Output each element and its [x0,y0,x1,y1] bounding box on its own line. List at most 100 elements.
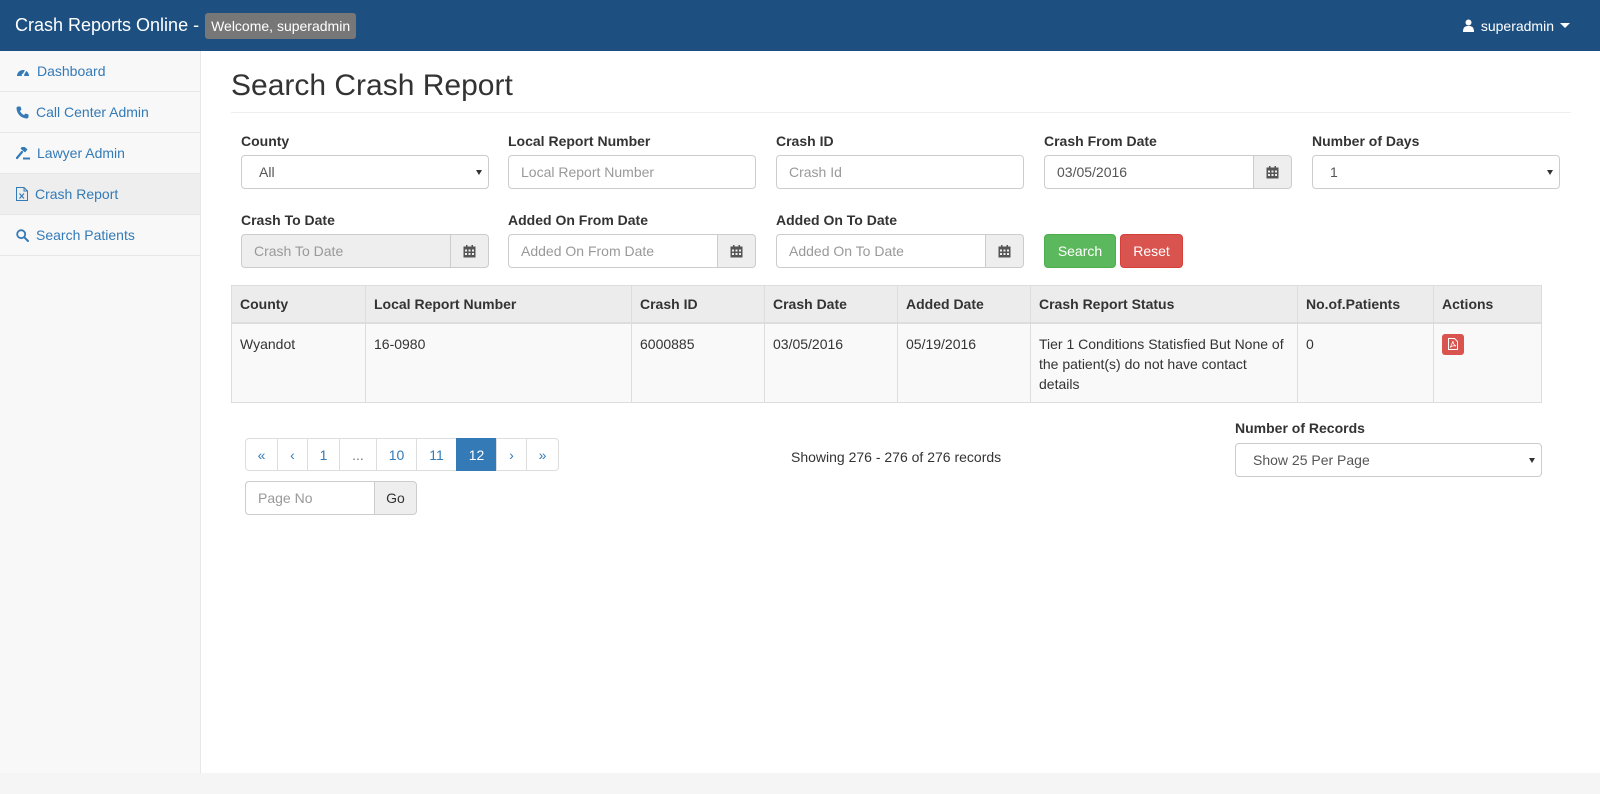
reset-button[interactable]: Reset [1120,234,1183,268]
column-header-actions: Actions [1433,285,1542,324]
calendar-button[interactable] [717,234,756,268]
calendar-icon [998,244,1011,257]
user-name: superadmin [1480,17,1554,34]
column-header-patients: No.of.Patients [1297,285,1434,324]
sidebar-item-crash-report[interactable]: Crash Report [0,174,200,215]
prev-page-button[interactable]: ‹ [277,438,308,471]
county-select[interactable]: All [241,155,489,189]
sidebar-item-label: Lawyer Admin [37,145,125,161]
crash-from-date-input[interactable] [1044,155,1253,189]
number-of-records-label: Number of Records [1235,420,1365,436]
title-divider [231,112,1571,113]
calendar-icon [463,244,476,257]
user-menu[interactable]: superadmin [1462,0,1570,51]
calendar-icon [1266,165,1279,178]
view-pdf-button[interactable] [1442,333,1464,355]
crash-to-date-input[interactable] [241,234,450,268]
cell-crash-id: 6000885 [631,322,765,403]
column-header-added-date: Added Date [897,285,1031,324]
sidebar-item-call-center-admin[interactable]: Call Center Admin [0,92,200,133]
added-on-to-date-label: Added On To Date [776,212,898,228]
search-button[interactable]: Search [1044,234,1116,268]
number-of-days-select[interactable]: 1 [1312,155,1560,189]
calendar-button[interactable] [985,234,1024,268]
cell-actions [1433,322,1542,403]
search-icon [16,228,29,242]
sidebar-item-lawyer-admin[interactable]: Lawyer Admin [0,133,200,174]
last-page-button[interactable]: » [526,438,559,471]
cell-local-report-number: 16-0980 [365,322,632,403]
column-header-county: County [231,285,366,324]
page-ellipsis: ... [339,438,377,471]
sidebar-item-label: Call Center Admin [36,104,149,120]
footer-strip [0,773,1600,794]
dashboard-icon [17,69,29,77]
top-navbar: Crash Reports Online - Welcome, superadm… [0,0,1600,51]
county-select-value: All [259,164,275,180]
county-label: County [241,133,290,149]
user-icon [1462,19,1474,32]
gavel-icon [16,146,30,159]
local-report-number-label: Local Report Number [508,133,651,149]
crash-to-date-group [241,234,489,268]
page-button-12[interactable]: 12 [456,438,497,471]
chevron-down-icon [476,170,482,175]
table-header-row: County Local Report Number Crash ID Cras… [231,285,1542,324]
number-of-days-label: Number of Days [1312,133,1420,149]
cell-status: Tier 1 Conditions Statisfied But None of… [1030,322,1298,403]
main-content: Search Crash Report County Local Report … [201,51,1600,773]
crash-id-input[interactable] [776,155,1024,189]
cell-patients: 0 [1297,322,1434,403]
calendar-icon [730,244,743,257]
sidebar-item-label: Dashboard [37,63,106,79]
go-button[interactable]: Go [374,481,417,515]
added-on-to-date-input[interactable] [776,234,985,268]
added-on-from-date-group [508,234,756,268]
page-button-10[interactable]: 10 [376,438,417,471]
sidebar-item-label: Crash Report [35,186,119,202]
chevron-down-icon [1560,23,1570,28]
number-of-days-value: 1 [1330,164,1338,180]
calendar-button[interactable] [1253,155,1292,189]
goto-page-group: Go [245,481,417,515]
column-header-status: Crash Report Status [1030,285,1298,324]
crash-from-date-label: Crash From Date [1044,133,1157,149]
sidebar-item-label: Search Patients [36,227,135,243]
brand[interactable]: Crash Reports Online - Welcome, superadm… [0,12,357,39]
sidebar-item-dashboard[interactable]: Dashboard [0,51,200,92]
page-button-11[interactable]: 11 [416,438,457,471]
page-number-input[interactable] [245,481,374,515]
results-table: County Local Report Number Crash ID Cras… [231,285,1542,403]
records-summary: Showing 276 - 276 of 276 records [791,449,1002,465]
welcome-badge: Welcome, superadmin [205,12,357,39]
brand-title[interactable]: Crash Reports Online [15,15,188,36]
pagination: « ‹ 1 ... 10 11 12 › » [245,438,559,471]
cell-county: Wyandot [231,322,366,403]
first-page-button[interactable]: « [245,438,278,471]
cell-crash-date: 03/05/2016 [764,322,898,403]
file-excel-icon [16,187,28,201]
column-header-crash-id: Crash ID [631,285,765,324]
records-per-page-value: Show 25 Per Page [1253,452,1370,468]
page-button-1[interactable]: 1 [307,438,340,471]
added-on-to-date-group [776,234,1024,268]
column-header-local-report-number: Local Report Number [365,285,632,324]
records-per-page-select[interactable]: Show 25 Per Page [1235,443,1542,477]
added-on-from-date-input[interactable] [508,234,717,268]
brand-separator: - [193,15,200,35]
page-title: Search Crash Report [231,69,513,102]
cell-added-date: 05/19/2016 [897,322,1031,403]
local-report-number-input[interactable] [508,155,756,189]
table-row: Wyandot 16-0980 6000885 03/05/2016 05/19… [231,322,1542,403]
crash-from-date-group [1044,155,1292,189]
column-header-crash-date: Crash Date [764,285,898,324]
sidebar: Dashboard Call Center Admin Lawyer Admin… [0,51,201,773]
calendar-button[interactable] [450,234,489,268]
added-on-from-date-label: Added On From Date [508,212,649,228]
crash-id-label: Crash ID [776,133,834,149]
sidebar-item-search-patients[interactable]: Search Patients [0,215,200,256]
chevron-down-icon [1547,170,1553,175]
crash-to-date-label: Crash To Date [241,212,335,228]
phone-icon [16,106,29,118]
next-page-button[interactable]: › [496,438,527,471]
